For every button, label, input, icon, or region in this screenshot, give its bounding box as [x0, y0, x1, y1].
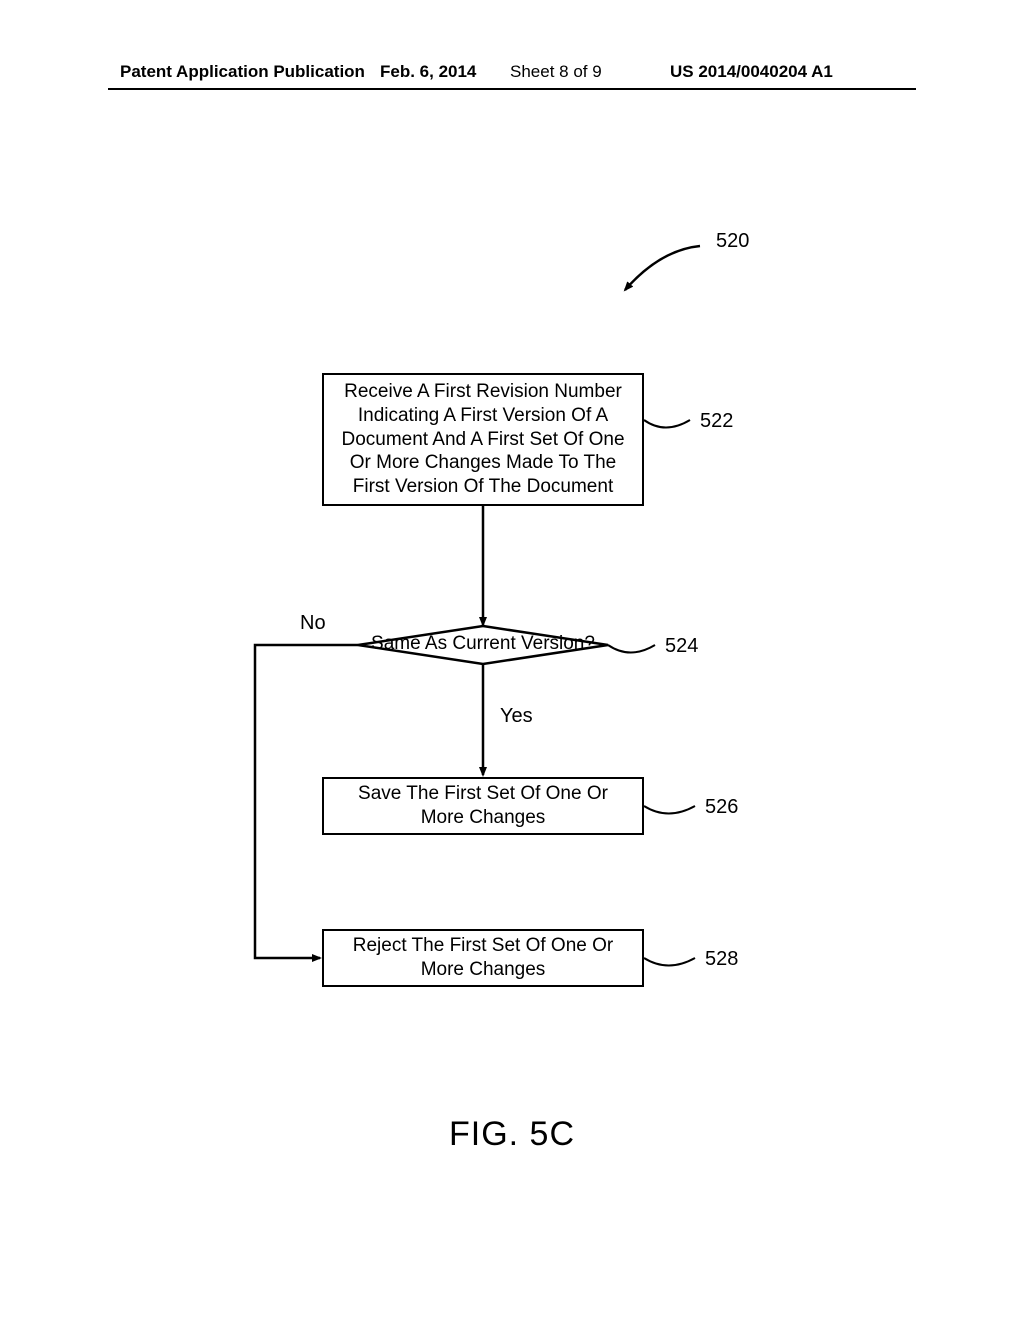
step-save-text: Save The First Set Of One Or More Change… — [334, 782, 632, 830]
figure-ref-label: 520 — [716, 230, 749, 253]
figure-caption: FIG. 5C — [0, 1115, 1024, 1154]
page: Patent Application Publication Feb. 6, 2… — [0, 0, 1024, 1320]
decision-diamond: Same As Current Version? — [358, 633, 608, 655]
step-save-ref: 526 — [705, 796, 738, 819]
decision-yes-label: Yes — [500, 705, 533, 728]
step-reject-box: Reject The First Set Of One Or More Chan… — [322, 929, 644, 987]
step-receive-text: Receive A First Revision Number Indicati… — [334, 380, 632, 499]
decision-ref: 524 — [665, 635, 698, 658]
step-receive-ref: 522 — [700, 410, 733, 433]
step-receive-box: Receive A First Revision Number Indicati… — [322, 373, 644, 506]
step-reject-ref: 528 — [705, 948, 738, 971]
step-save-box: Save The First Set Of One Or More Change… — [322, 777, 644, 835]
decision-no-label: No — [300, 612, 326, 635]
decision-text: Same As Current Version? — [371, 633, 595, 654]
step-reject-text: Reject The First Set Of One Or More Chan… — [334, 934, 632, 982]
